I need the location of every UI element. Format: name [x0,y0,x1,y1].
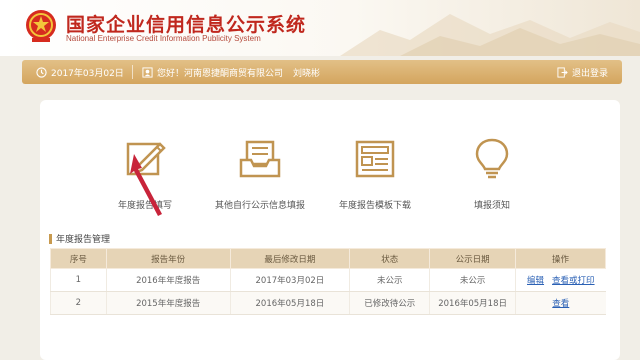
edit-link[interactable]: 编辑 [527,276,544,286]
logout-label: 退出登录 [571,69,608,79]
view-print-link[interactable]: 查看或打印 [552,276,595,286]
section-title-text: 年度报告管理 [56,235,111,245]
section-marker [49,233,52,244]
main-panel: 年度报告填写 其他自行公示信息填报 年度报告模板下载 填报须知 [40,100,620,360]
other-disclosure-button[interactable]: 其他自行公示信息填报 [210,136,310,211]
greeting-text: 您好！河南恩捷酮商贸有限公司 [157,69,284,79]
user-icon [142,67,153,78]
table-row: 2 2015年年度报告 2016年05月18日 已修改待公示 2016年05月1… [50,291,606,315]
logout-icon [557,67,568,78]
user-greeting: 您好！河南恩捷酮商贸有限公司 刘晓彬 [142,66,320,79]
site-title: 国家企业信用信息公示系统 [66,14,307,36]
table-row: 1 2016年年度报告 2017年03月02日 未公示 未公示 编辑 查看或打印 [50,268,606,292]
function-label: 填报须知 [473,201,510,211]
clock-icon [36,67,47,78]
logout-button[interactable]: 退出登录 [557,66,608,79]
cell-actions: 查看 [515,291,606,315]
site-header: 国家企业信用信息公示系统 National Enterprise Credit … [0,0,640,56]
cell-year: 2015年年度报告 [105,291,231,315]
col-header: 公示日期 [429,248,517,269]
cell-index: 2 [50,291,107,315]
lightbulb-icon [475,138,509,179]
function-label: 其他自行公示信息填报 [214,201,305,211]
cell-publish-date: 2016年05月18日 [429,291,516,315]
user-info-bar: 2017年03月02日 您好！河南恩捷酮商贸有限公司 刘晓彬 退出登录 [22,60,622,84]
template-download-button[interactable]: 年度报告模板下载 [325,136,425,211]
cell-modified: 2016年05月18日 [229,291,350,315]
annual-report-table: 序号 报告年份 最后修改日期 状态 公示日期 操作 1 2016年年度报告 20… [50,248,606,315]
user-name: 刘晓彬 [293,69,321,79]
national-emblem-icon [26,10,56,42]
cell-status: 已修改待公示 [349,291,430,315]
col-header: 最后修改日期 [229,248,351,269]
annotation-arrow [130,154,162,216]
mountain-decoration [340,14,640,56]
cell-status: 未公示 [349,268,430,292]
cell-index: 1 [50,268,107,292]
cell-modified: 2017年03月02日 [229,268,350,292]
cell-publish-date: 未公示 [429,268,516,292]
cell-actions: 编辑 查看或打印 [515,268,606,292]
template-icon [355,140,395,178]
function-label: 年度报告模板下载 [338,201,411,211]
col-header: 状态 [349,248,431,269]
inbox-icon [239,140,281,178]
site-subtitle: National Enterprise Credit Information P… [66,34,261,43]
filing-notice-button[interactable]: 填报须知 [442,136,542,211]
col-header: 报告年份 [105,248,231,269]
section-title: 年度报告管理 [49,232,110,245]
col-header: 操作 [515,248,606,269]
date-text: 2017年03月02日 [51,69,124,79]
current-date: 2017年03月02日 [36,66,124,79]
table-header-row: 序号 报告年份 最后修改日期 状态 公示日期 操作 [50,248,606,269]
col-header: 序号 [50,248,107,269]
divider [132,65,133,79]
cell-year: 2016年年度报告 [105,268,231,292]
view-link[interactable]: 查看 [552,299,569,309]
